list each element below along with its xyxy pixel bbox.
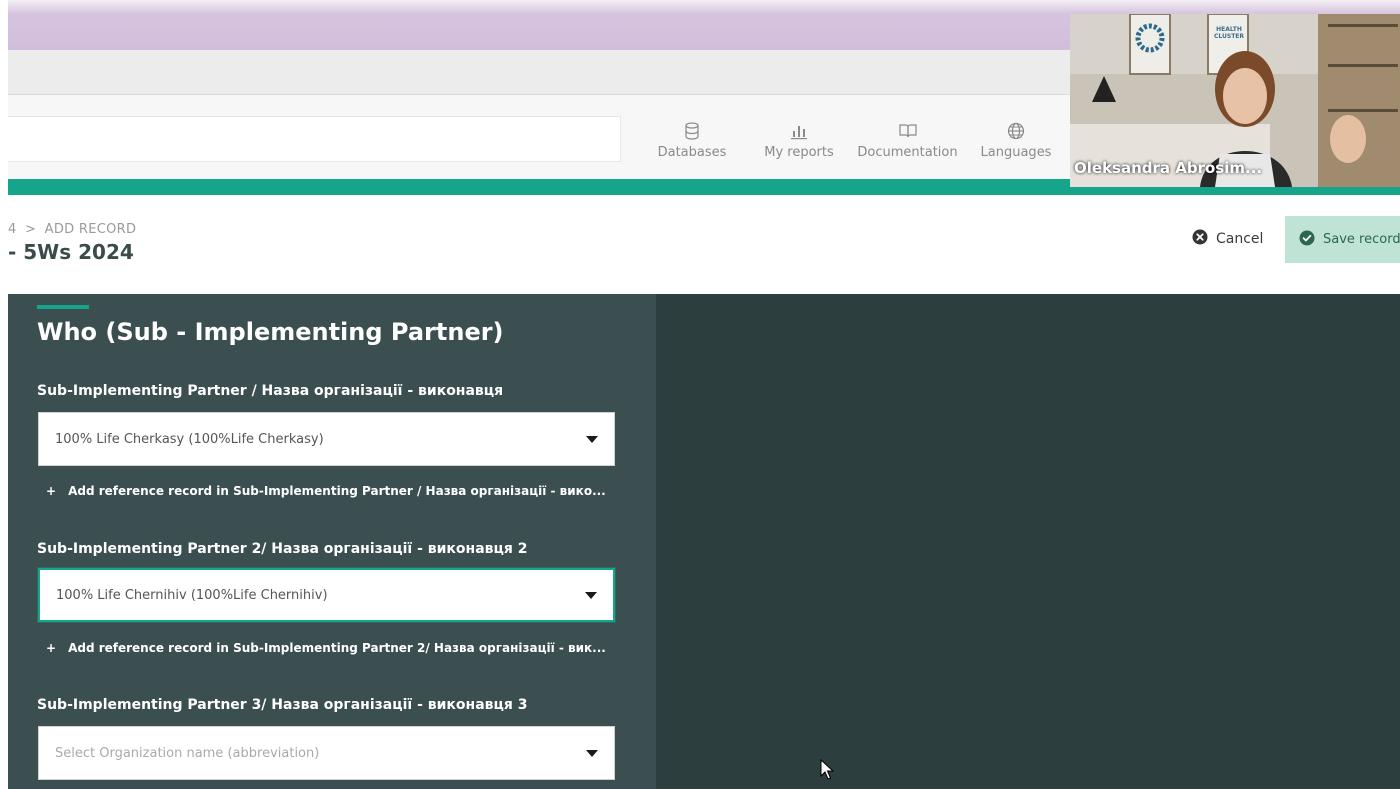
check-circle-icon xyxy=(1299,230,1315,250)
breadcrumb-current: ADD RECORD xyxy=(44,222,137,237)
dropdown-caret-icon xyxy=(585,591,597,599)
search-input[interactable] xyxy=(8,116,621,162)
book-icon xyxy=(855,122,960,142)
poster-text: HEALTH CLUSTER xyxy=(1213,26,1245,40)
partner-2-select[interactable]: 100% Life Chernihiv (100%Life Chernihiv) xyxy=(38,568,615,622)
participant-name: Oleksandra Abrosim... xyxy=(1074,159,1263,177)
plus-icon: + xyxy=(46,641,57,655)
close-circle-icon xyxy=(1192,229,1208,249)
nav-my-reports[interactable]: My reports xyxy=(760,122,838,160)
add-reference-link-2[interactable]: + Add reference record in Sub-Implementi… xyxy=(46,641,606,655)
dropdown-caret-icon xyxy=(586,749,598,757)
section-accent-bar xyxy=(37,305,89,309)
database-icon xyxy=(656,122,728,142)
field-label-partner-1: Sub-Implementing Partner / Назва організ… xyxy=(37,383,504,399)
add-reference-label-1: Add reference record in Sub-Implementing… xyxy=(68,484,606,498)
nav-documentation-label: Documentation xyxy=(857,145,958,160)
cancel-button[interactable]: Cancel xyxy=(1192,225,1263,253)
nav-documentation[interactable]: Documentation xyxy=(855,122,960,160)
save-record-button[interactable]: Save record xyxy=(1285,216,1400,263)
nav-languages[interactable]: Languages xyxy=(978,122,1054,160)
breadcrumb-separator: > xyxy=(25,222,37,237)
add-reference-label-2: Add reference record in Sub-Implementing… xyxy=(68,641,606,655)
screen-left-edge xyxy=(0,0,8,789)
partner-1-select[interactable]: 100% Life Cherkasy (100%Life Cherkasy) xyxy=(38,412,615,466)
bar-chart-icon xyxy=(760,122,838,142)
nav-databases[interactable]: Databases xyxy=(656,122,728,160)
dropdown-caret-icon xyxy=(586,435,598,443)
partner-2-value: 100% Life Chernihiv (100%Life Chernihiv) xyxy=(56,587,328,603)
partner-3-placeholder: Select Organization name (abbreviation) xyxy=(55,745,320,761)
add-reference-link-1[interactable]: + Add reference record in Sub-Implementi… xyxy=(46,484,606,498)
partner-3-select[interactable]: Select Organization name (abbreviation) xyxy=(38,726,615,780)
field-label-partner-3: Sub-Implementing Partner 3/ Назва органі… xyxy=(37,697,528,713)
partner-1-value: 100% Life Cherkasy (100%Life Cherkasy) xyxy=(55,431,324,447)
breadcrumb-prefix[interactable]: 4 xyxy=(8,222,17,237)
breadcrumb: 4 > ADD RECORD xyxy=(8,222,136,237)
mouse-cursor-icon xyxy=(820,758,835,785)
section-title: Who (Sub - Implementing Partner) xyxy=(37,318,504,346)
field-label-partner-2: Sub-Implementing Partner 2/ Назва органі… xyxy=(37,541,528,557)
cancel-label: Cancel xyxy=(1216,231,1264,247)
nav-my-reports-label: My reports xyxy=(764,145,834,160)
nav-databases-label: Databases xyxy=(657,145,727,160)
save-record-label: Save record xyxy=(1323,232,1400,247)
page-title: - 5Ws 2024 xyxy=(8,240,134,264)
plus-icon: + xyxy=(46,484,57,498)
globe-icon xyxy=(978,122,1054,142)
nav-languages-label: Languages xyxy=(980,145,1052,160)
